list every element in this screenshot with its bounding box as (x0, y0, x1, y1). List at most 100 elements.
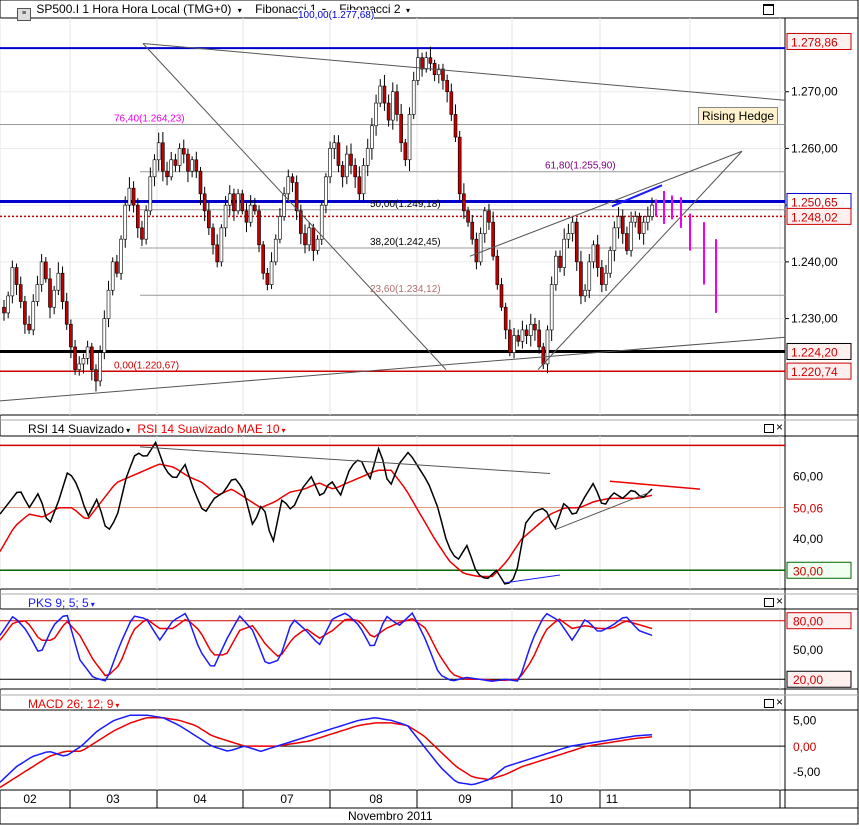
price-box-label: 1.220,74 (791, 365, 838, 379)
candle-body (119, 238, 123, 274)
rising-hedge-annotation: Rising Hedge (698, 107, 779, 125)
candle-body (311, 227, 316, 251)
candle-body (395, 91, 399, 115)
candle-body (470, 221, 475, 240)
macd-panel-close-icon[interactable]: × (776, 695, 783, 709)
rsi-series-label[interactable]: RSI 14 Suavizado (28, 422, 124, 436)
candle-body (52, 289, 56, 308)
candle-body (324, 176, 328, 206)
price-box-label: 1.250,65 (791, 195, 838, 209)
price-y-tick-label: 1.260,00 (791, 141, 838, 155)
candle-body (528, 323, 533, 336)
candle-body (102, 318, 107, 353)
pks-panel-maximize-button[interactable] (764, 598, 774, 607)
chart-title: SP500.I 1 Hora Hora Local (TMG+0) (36, 2, 232, 16)
fib-label: 0,00(1.220,67) (114, 361, 179, 372)
macd-dropdown-icon[interactable]: ▾ (115, 701, 119, 710)
candle-body (466, 210, 470, 223)
title-dropdown-icon[interactable]: ▾ (238, 6, 242, 15)
macd-legend: MACD 26; 12; 9 ▾ (28, 697, 119, 713)
candle-body (23, 301, 27, 325)
candle-body (382, 85, 387, 104)
macd-title[interactable]: MACD 26; 12; 9 (28, 697, 113, 711)
price-y-tick-label: 1.270,00 (791, 85, 838, 99)
candle-body (127, 187, 132, 206)
macd-zero-label: 0,00 (793, 740, 817, 754)
rsi-panel-maximize-button[interactable] (764, 424, 774, 433)
candle-body (31, 301, 36, 331)
pks-legend: PKS 9; 5; 5 ▾ (28, 596, 95, 612)
wedge-lower-line (537, 150, 743, 370)
rsi-red-line (609, 480, 701, 490)
candle-body (629, 221, 633, 251)
x-tick-label-10: 10 (549, 792, 563, 806)
candle-body (181, 148, 186, 155)
candle-body (508, 329, 512, 353)
candle-body (207, 210, 211, 229)
candle-body (202, 193, 207, 212)
price-y-tick-label: 1.230,00 (791, 312, 838, 326)
fibonacci-2-dropdown-icon[interactable]: ▾ (406, 6, 410, 15)
candle-body (60, 272, 65, 302)
candle-body (420, 57, 424, 70)
rsi-30-label: 30,00 (793, 564, 823, 578)
candle-body (537, 329, 541, 348)
candle-body (232, 193, 236, 212)
candle-body (641, 221, 646, 234)
candle-body (399, 114, 403, 144)
candle-body (240, 193, 245, 212)
rsi-ma-line (0, 463, 653, 578)
candle-body (85, 346, 90, 359)
candle-body (265, 272, 270, 285)
chart-root: 02030407080910111.230,001.240,001.250,00… (0, 0, 859, 825)
candle-body (106, 289, 111, 319)
candle-body (131, 187, 136, 206)
rsi-panel-close-icon[interactable]: × (776, 420, 783, 434)
rsi-ma-series-label[interactable]: RSI 14 Suavizado MAE 10 (137, 422, 279, 436)
candle-body (637, 216, 642, 234)
candle-body (223, 204, 228, 229)
rsi-ma-dropdown-icon[interactable]: ▾ (282, 426, 286, 435)
candle-body (48, 278, 52, 308)
candle-body (236, 193, 240, 212)
candle-body (148, 176, 153, 212)
candle-body (524, 329, 529, 336)
candle-body (186, 153, 190, 172)
fib-label: 50,00(1.249,18) (370, 199, 441, 210)
candle-body (328, 148, 332, 178)
candle-body (424, 57, 429, 70)
candle-body (620, 216, 625, 234)
candle-body (554, 255, 558, 285)
candle-body (248, 204, 253, 223)
candle-body (566, 233, 571, 240)
candle-body (156, 142, 161, 161)
candle-body (353, 165, 357, 178)
pks-dropdown-icon[interactable]: ▾ (91, 600, 95, 609)
candle-body (18, 284, 23, 302)
rsi-last-label: 50,06 (793, 502, 823, 516)
candle-body (152, 159, 157, 178)
rsi-legend: RSI 14 Suavizado ▾ RSI 14 Suavizado MAE 1… (28, 422, 286, 438)
candle-body (227, 193, 232, 206)
x-tick-label-08: 08 (369, 792, 383, 806)
rsi-y-tick-label: 60,00 (793, 470, 823, 484)
candle-body (583, 289, 587, 297)
candle-body (273, 238, 278, 263)
price-box-label: 1.224,20 (791, 345, 838, 359)
candle-body (253, 204, 257, 212)
price-panel-maximize-button[interactable] (763, 4, 774, 15)
fib-label: 23,60(1.234,12) (370, 284, 441, 295)
candle-body (14, 267, 19, 285)
chart-settings-icon[interactable]: ≡ (17, 8, 31, 21)
candle-body (98, 352, 102, 382)
candle-body (161, 142, 165, 172)
pks-title[interactable]: PKS 9; 5; 5 (28, 596, 89, 610)
candle-body (407, 114, 412, 161)
rsi-dropdown-icon[interactable]: ▾ (126, 426, 130, 435)
candle-body (646, 216, 650, 223)
macd-panel-maximize-button[interactable] (764, 699, 774, 708)
candle-body (89, 346, 94, 370)
price-y-tick-label: 1.240,00 (791, 255, 838, 269)
candle-body (73, 346, 77, 370)
pks-panel-close-icon[interactable]: × (776, 594, 783, 608)
